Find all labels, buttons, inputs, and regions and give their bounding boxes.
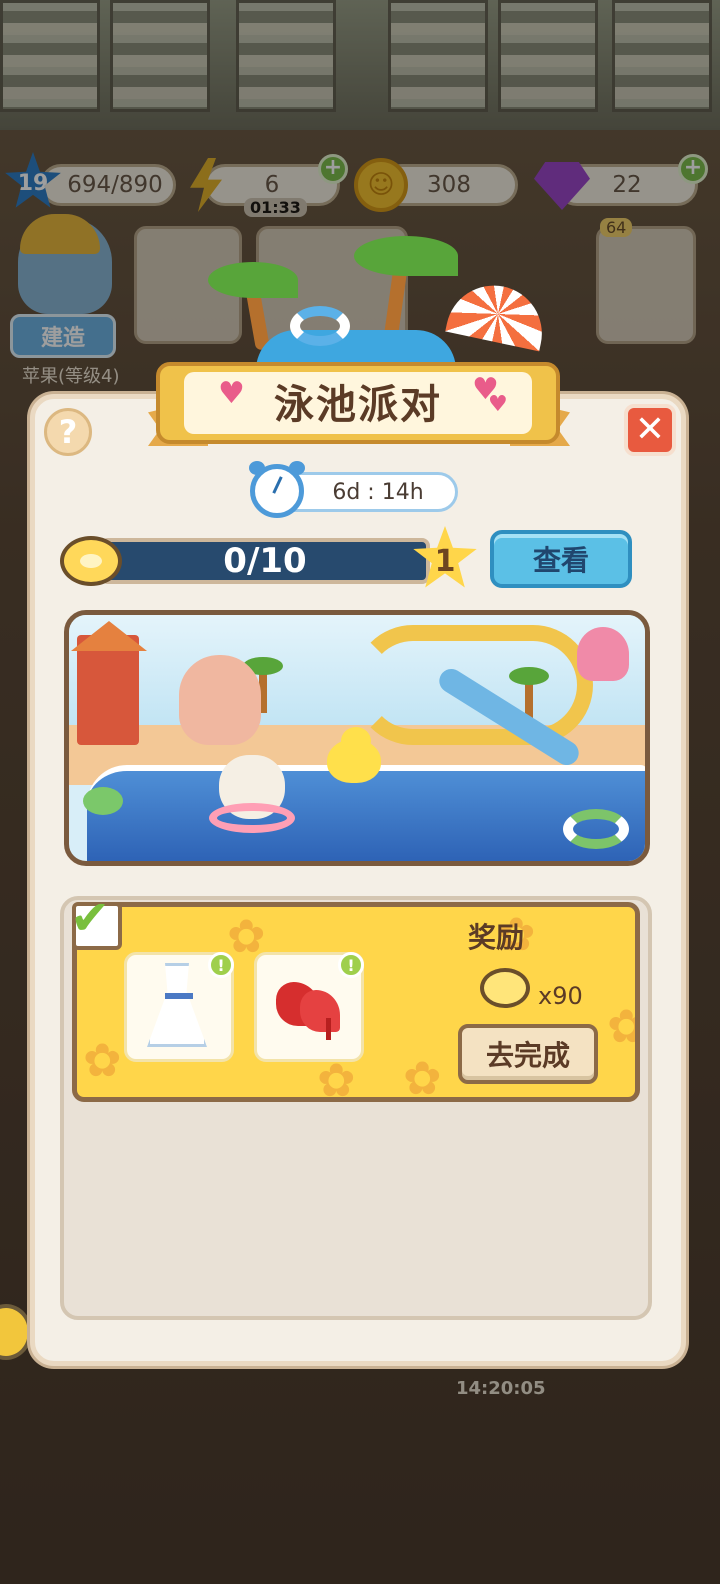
item-info-icon[interactable]: ! — [338, 952, 364, 978]
pool-party-illustration — [64, 610, 650, 866]
item-info-icon[interactable]: ! — [208, 952, 234, 978]
game-screen: 694/890 19 6 + 01:33 308 ☺ 22 + 建造 64 苹果… — [0, 0, 720, 1584]
palm-leaves — [354, 236, 458, 276]
reward-quantity: x90 — [538, 982, 583, 1010]
slide-tower — [77, 635, 139, 745]
green-float-ring — [563, 809, 629, 849]
event-timer-text: 6d : 14h — [332, 479, 424, 505]
swim-ring-icon — [290, 306, 350, 346]
tier-number: 1 — [434, 543, 456, 579]
palm-leaves — [208, 262, 298, 298]
white-dress-icon — [147, 963, 211, 1051]
frog-character — [83, 787, 123, 815]
view-button[interactable]: 查看 — [490, 530, 632, 588]
red-heels-icon — [276, 972, 342, 1042]
heart-icon: ♥ — [218, 376, 245, 411]
octopus-character — [577, 627, 629, 681]
close-button[interactable]: ✕ — [624, 404, 676, 456]
fish-character — [179, 655, 261, 745]
help-button[interactable]: ? — [44, 408, 92, 456]
duck-token-icon — [480, 968, 530, 1008]
heart-icon: ♥ — [488, 392, 508, 417]
go-complete-button[interactable]: 去完成 — [458, 1024, 598, 1084]
pink-float-ring — [209, 803, 295, 833]
check-icon: ✔ — [70, 890, 111, 946]
reward-label: 奖励 — [468, 921, 525, 954]
alarm-clock-icon — [249, 461, 305, 518]
event-progress-text: 0/10 — [223, 541, 307, 581]
duck-token-icon — [60, 536, 122, 586]
